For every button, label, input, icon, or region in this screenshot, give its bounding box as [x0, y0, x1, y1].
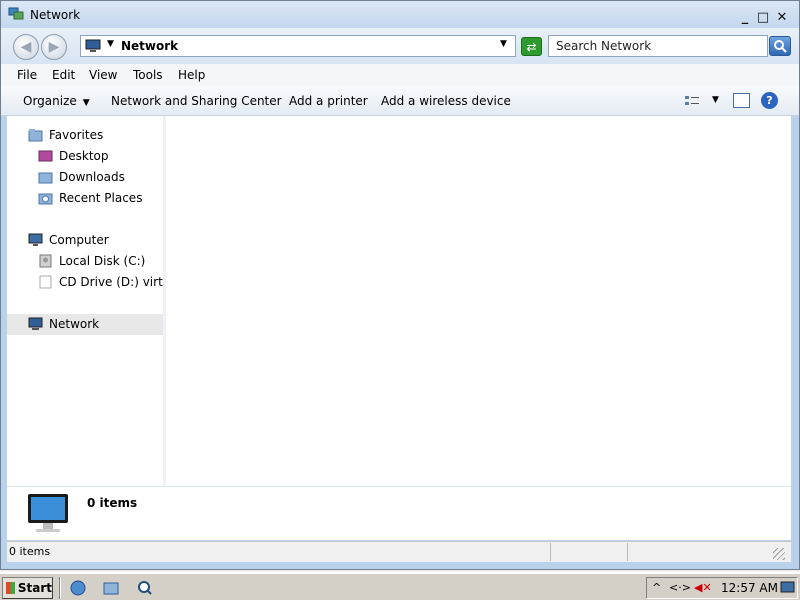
command-bar: Organize ▼ Network and Sharing Center Add… [1, 86, 799, 116]
nav-label: Desktop [59, 149, 109, 163]
menu-file[interactable]: File [17, 68, 37, 82]
nav-network[interactable]: Network [7, 314, 163, 335]
search-icon[interactable] [137, 580, 153, 596]
search-input[interactable]: Search Network [548, 35, 768, 57]
search-icon [774, 40, 787, 53]
details-pane: 0 items [7, 486, 791, 540]
menu-help[interactable]: Help [178, 68, 205, 82]
views-dropdown-icon[interactable]: ▼ [712, 95, 719, 105]
nav-label: Downloads [59, 170, 125, 184]
status-divider [627, 543, 628, 561]
resize-grip[interactable] [773, 548, 785, 560]
computer-icon [85, 39, 101, 52]
content-area: Favorites Desktop Downloads Recent Place… [7, 116, 791, 486]
maximize-button[interactable]: □ [755, 9, 771, 25]
breadcrumb-caret-icon[interactable]: ▼ [107, 39, 114, 49]
nav-desktop[interactable]: Desktop [7, 146, 163, 167]
nav-label: Local Disk (C:) [59, 254, 146, 268]
address-bar-row: ◀ ▶ ▼ Network ▼ ⇄ Search Network [1, 28, 799, 64]
status-text: 0 items [9, 545, 51, 558]
network-sharing-center-button[interactable]: Network and Sharing Center [111, 94, 282, 108]
menu-tools[interactable]: Tools [133, 68, 163, 82]
nav-downloads[interactable]: Downloads [7, 167, 163, 188]
taskbar-divider [59, 577, 61, 599]
navigation-pane: Favorites Desktop Downloads Recent Place… [7, 116, 166, 486]
taskbar: Start ^ <·> ◀✕ 12:57 AM [0, 572, 800, 600]
address-dropdown-icon[interactable]: ▼ [500, 39, 507, 49]
forward-button[interactable]: ▶ [41, 34, 67, 60]
organize-button[interactable]: Organize ▼ [23, 94, 90, 108]
nav-favorites[interactable]: Favorites [7, 125, 163, 146]
network-icon [28, 317, 43, 330]
close-button[interactable]: ✕ [774, 9, 790, 25]
status-divider [550, 543, 551, 561]
recent-places-icon [38, 193, 53, 205]
network-icon [8, 7, 24, 20]
desktop-icon [38, 150, 53, 162]
menu-bar: File Edit View Tools Help [1, 64, 799, 86]
add-wireless-device-button[interactable]: Add a wireless device [381, 94, 511, 108]
chevron-down-icon: ▼ [82, 98, 90, 108]
nav-label: CD Drive (D:) virtio [59, 275, 166, 289]
explorer-icon[interactable] [103, 580, 119, 596]
nav-computer[interactable]: Computer [7, 230, 163, 251]
nav-label: Recent Places [59, 191, 143, 205]
nav-label: Network [49, 317, 100, 331]
refresh-button[interactable]: ⇄ [521, 37, 542, 56]
show-desktop-icon[interactable] [780, 581, 795, 595]
start-button[interactable]: Start [2, 577, 53, 599]
clock[interactable]: 12:57 AM [721, 581, 778, 595]
item-count: 0 items [87, 496, 138, 510]
views-icon[interactable] [684, 94, 700, 108]
system-tray: ^ <·> ◀✕ 12:57 AM [646, 577, 798, 599]
breadcrumb-location[interactable]: Network [121, 39, 178, 53]
monitor-icon [28, 494, 68, 532]
chevron-up-icon[interactable]: ^ [652, 581, 661, 594]
menu-view[interactable]: View [89, 68, 117, 82]
computer-icon [28, 233, 43, 246]
organize-label: Organize [23, 94, 77, 108]
nav-label: Computer [49, 233, 109, 247]
nav-cd-drive[interactable]: CD Drive (D:) virtio [7, 272, 166, 293]
network-tray-icon[interactable]: <·> [669, 581, 691, 594]
window-title: Network [30, 8, 81, 22]
refresh-icon: ⇄ [526, 39, 537, 54]
title-bar[interactable]: Network _ □ ✕ [1, 1, 799, 28]
windows-logo-icon [6, 582, 15, 594]
preview-pane-icon[interactable] [733, 93, 750, 108]
nav-local-disk[interactable]: Local Disk (C:) [7, 251, 163, 272]
add-printer-button[interactable]: Add a printer [289, 94, 368, 108]
star-folder-icon [28, 129, 43, 142]
volume-muted-icon[interactable]: ◀✕ [694, 581, 712, 594]
back-button[interactable]: ◀ [13, 34, 39, 60]
nav-label: Favorites [49, 128, 104, 142]
downloads-folder-icon [38, 172, 53, 184]
minimize-button[interactable]: _ [737, 9, 753, 25]
arrow-left-icon: ◀ [20, 39, 32, 55]
menu-edit[interactable]: Edit [52, 68, 75, 82]
browser-icon[interactable] [70, 580, 86, 596]
status-bar: 0 items [7, 541, 791, 562]
address-field[interactable]: ▼ Network ▼ [80, 35, 516, 57]
cd-drive-icon [39, 275, 52, 289]
search-button[interactable] [769, 36, 791, 56]
arrow-right-icon: ▶ [48, 39, 60, 55]
nav-recent-places[interactable]: Recent Places [7, 188, 163, 209]
disk-drive-icon [39, 254, 52, 268]
help-icon[interactable]: ? [761, 92, 778, 109]
start-label: Start [17, 581, 52, 595]
search-placeholder: Search Network [556, 39, 652, 53]
